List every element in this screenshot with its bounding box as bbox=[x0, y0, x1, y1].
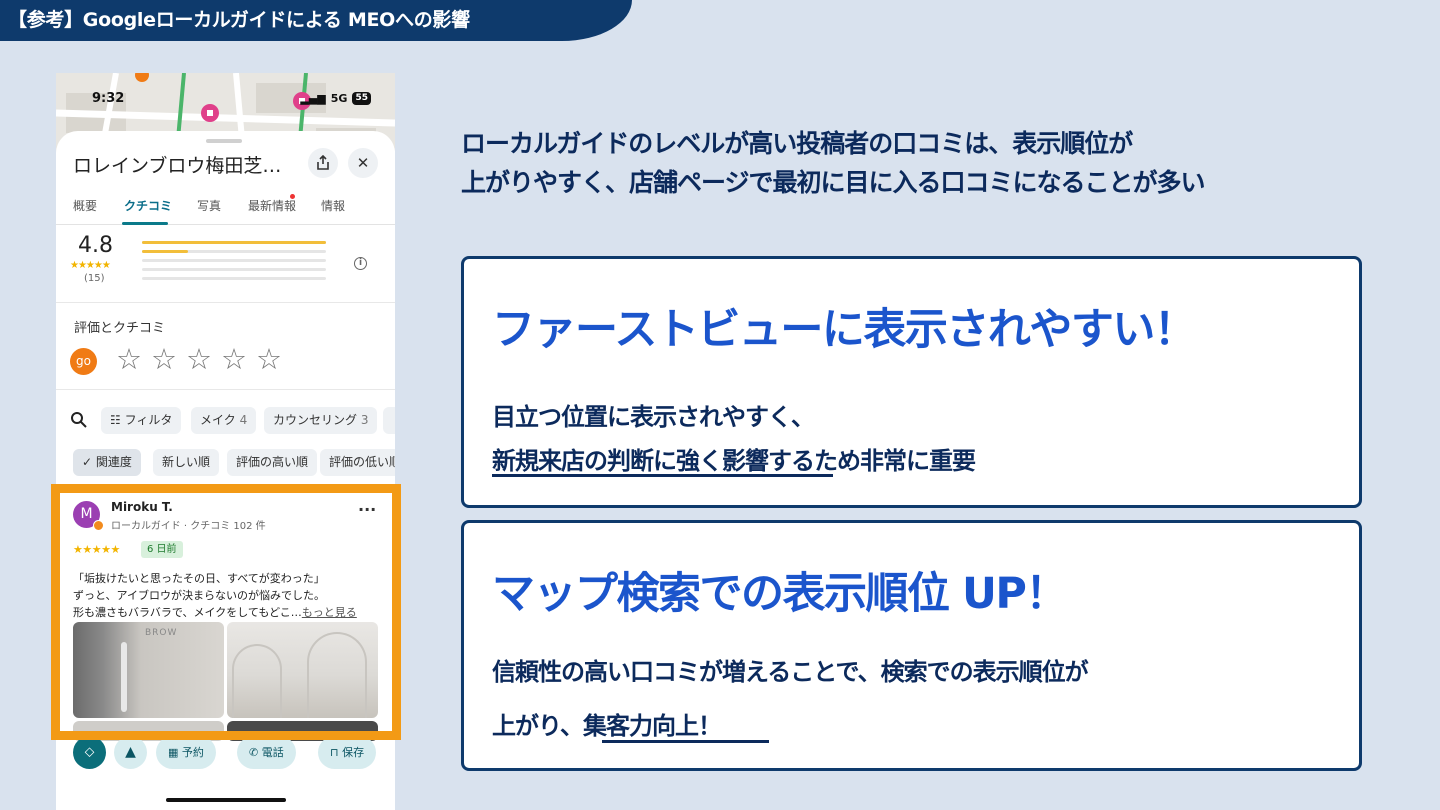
headline-line-1: ローカルガイドのレベルが高い投稿者の口コミは、表示順位が bbox=[461, 129, 1133, 158]
place-tabs: 概要 クチコミ 写真 最新情報 情報 bbox=[56, 193, 395, 225]
headline: ローカルガイドのレベルが高い投稿者の口コミは、表示順位が 上がりやすく、店舗ペー… bbox=[461, 124, 1206, 202]
place-title: ロレインブロウ梅田芝… bbox=[73, 155, 282, 177]
tab-reviews[interactable]: クチコミ bbox=[124, 197, 172, 214]
sort-relevance[interactable]: ✓ 関連度 bbox=[73, 449, 141, 476]
chip-counseling[interactable]: カウンセリング 3 bbox=[264, 407, 378, 434]
info-icon[interactable]: i bbox=[354, 257, 367, 270]
rating-stars: ★★★★★ bbox=[70, 260, 111, 271]
filter-icon: ☷ bbox=[110, 413, 125, 427]
rating-bar bbox=[142, 241, 326, 244]
box-text-line: 新規来店の判断に強く影響するため非常に重要 bbox=[492, 447, 976, 475]
directions-button[interactable]: ⬦ bbox=[73, 736, 106, 769]
close-button[interactable]: ✕ bbox=[348, 148, 378, 178]
box-text-line: 信頼性の高い口コミが増えることで、検索での表示順位が bbox=[492, 658, 1089, 686]
user-avatar: go bbox=[70, 348, 97, 375]
box-title: マップ検索での表示順位 UP！ bbox=[492, 569, 1068, 619]
active-tab-indicator bbox=[122, 222, 168, 225]
search-icon[interactable] bbox=[70, 411, 87, 428]
signal-icon: ▂▄▆ bbox=[300, 91, 326, 105]
check-icon: ✓ bbox=[82, 455, 96, 469]
close-icon: ✕ bbox=[356, 154, 370, 172]
rating-value: 4.8 bbox=[78, 233, 113, 258]
rate-and-review-label: 評価とクチコミ bbox=[74, 321, 166, 336]
filter-chip[interactable]: ☷ フィルタ bbox=[101, 407, 182, 434]
underlined-text: 集客力向上！ bbox=[583, 712, 722, 740]
rate-stars-input[interactable]: ☆☆☆☆☆ bbox=[116, 342, 291, 376]
text-underline bbox=[602, 740, 769, 743]
rating-summary: 4.8 ★★★★★ (15) i bbox=[56, 229, 395, 303]
text-underline bbox=[492, 474, 833, 477]
navigate-button[interactable]: ▲ bbox=[114, 736, 147, 769]
box-title: ファーストビューに表示されやすい！ bbox=[492, 305, 1197, 355]
headline-line-2: 上がりやすく、店舗ページで最初に目に入る口コミになることが多い bbox=[461, 168, 1206, 197]
action-bar: ⬦ ▲ ▦ 予約 ✆ 電話 ⊓ 保存 bbox=[56, 736, 395, 776]
rating-bar bbox=[142, 259, 326, 262]
status-time: 9:32 bbox=[92, 90, 125, 106]
box-text-line: 目立つ位置に表示されやすく、 bbox=[492, 403, 815, 431]
rating-bar-fill bbox=[142, 250, 188, 253]
save-button[interactable]: ⊓ 保存 bbox=[318, 736, 377, 769]
directions-icon: ⬦ bbox=[84, 744, 95, 760]
call-button[interactable]: ✆ 電話 bbox=[237, 736, 296, 769]
tab-overview[interactable]: 概要 bbox=[73, 197, 97, 214]
new-indicator bbox=[290, 194, 295, 199]
tab-updates[interactable]: 最新情報 bbox=[248, 197, 296, 214]
tab-info[interactable]: 情報 bbox=[321, 197, 345, 214]
chip-overflow[interactable] bbox=[383, 407, 395, 434]
sheet-grabber[interactable] bbox=[206, 139, 242, 143]
battery-icon: 55 bbox=[352, 91, 371, 105]
status-bar: 9:32 ▂▄▆ 5G 55 bbox=[92, 88, 371, 108]
rating-count: (15) bbox=[84, 273, 105, 284]
sort-highest[interactable]: 評価の高い順 bbox=[227, 449, 318, 476]
share-icon bbox=[317, 154, 329, 170]
share-button[interactable] bbox=[308, 148, 338, 178]
underlined-text: 新規来店の判断に強く影響す bbox=[492, 447, 792, 475]
rating-bar bbox=[142, 268, 326, 271]
network-label: 5G bbox=[330, 91, 348, 105]
phone-icon: ✆ bbox=[249, 746, 262, 759]
book-button[interactable]: ▦ 予約 bbox=[156, 736, 216, 769]
rating-bar bbox=[142, 277, 326, 280]
box-text-line: 上がり、集客力向上！ bbox=[492, 712, 722, 740]
tab-photos[interactable]: 写真 bbox=[197, 197, 221, 214]
point-box-first-view: ファーストビューに表示されやすい！ 目立つ位置に表示されやすく、 新規来店の判断… bbox=[461, 256, 1362, 508]
bookmark-icon: ⊓ bbox=[330, 746, 343, 759]
rating-bar-fill bbox=[142, 241, 326, 244]
rating-bar bbox=[142, 250, 326, 253]
rating-distribution bbox=[142, 241, 326, 286]
sort-newest[interactable]: 新しい順 bbox=[153, 449, 220, 476]
chip-makeup[interactable]: メイク 4 bbox=[191, 407, 257, 434]
review-highlight-frame bbox=[51, 484, 401, 740]
home-indicator bbox=[166, 798, 286, 802]
point-box-ranking-up: マップ検索での表示順位 UP！ 信頼性の高い口コミが増えることで、検索での表示順… bbox=[461, 520, 1362, 771]
slide-title: 【参考】Googleローカルガイドによる MEOへの影響 bbox=[0, 0, 632, 41]
divider bbox=[56, 389, 395, 390]
navigation-arrow-icon: ▲ bbox=[125, 744, 136, 760]
calendar-icon: ▦ bbox=[168, 746, 182, 759]
sort-lowest[interactable]: 評価の低い順 bbox=[320, 449, 395, 476]
